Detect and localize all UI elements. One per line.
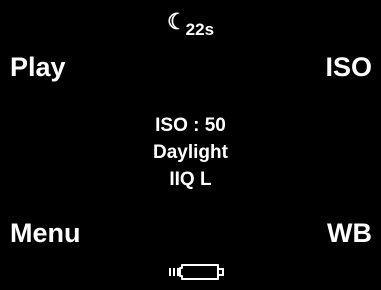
camera-back-display: ☾22s Play ISO ISO : 50 Daylight IIQ L Me… bbox=[0, 0, 381, 290]
moon-icon: ☾ bbox=[166, 9, 187, 34]
white-balance-value: Daylight bbox=[153, 142, 228, 163]
wb-softkey[interactable]: WB bbox=[327, 218, 372, 248]
sleep-timer: ☾22s bbox=[0, 9, 381, 39]
iso-value: ISO : 50 bbox=[155, 115, 226, 136]
menu-softkey[interactable]: Menu bbox=[10, 218, 81, 248]
sleep-timer-value: 22s bbox=[185, 20, 215, 39]
file-format-value: IIQ L bbox=[169, 169, 212, 190]
play-softkey[interactable]: Play bbox=[10, 52, 66, 82]
iso-softkey[interactable]: ISO bbox=[325, 52, 372, 82]
battery-icon bbox=[169, 264, 224, 280]
